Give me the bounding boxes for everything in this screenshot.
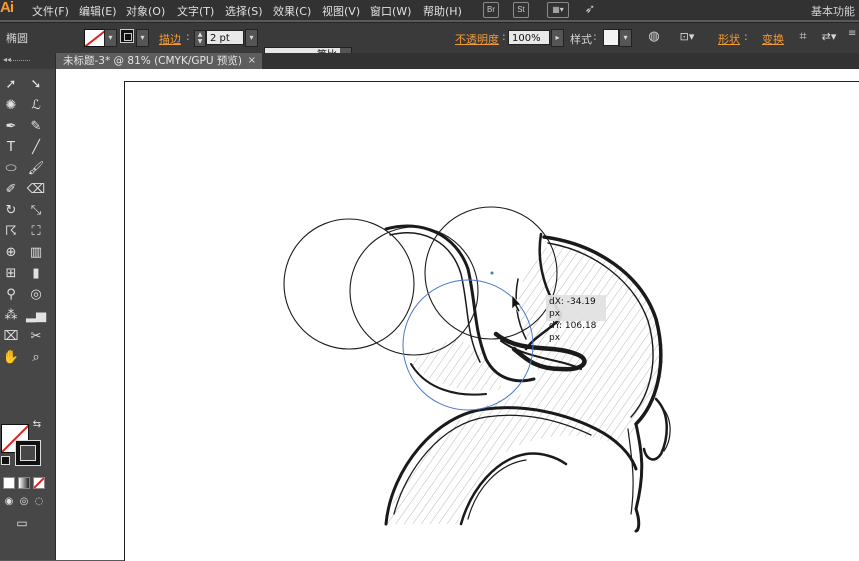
stroke-label[interactable]: 描边 <box>159 31 181 47</box>
draw-behind-icon[interactable]: ◎ <box>17 493 31 511</box>
draw-inside-icon[interactable]: ◌ <box>32 493 46 511</box>
style-label: 样式 <box>570 33 592 46</box>
rocket-icon[interactable]: ➶ <box>583 2 597 16</box>
free-transform-tool-icon[interactable]: ⛶ <box>26 223 46 241</box>
slice-tool-icon[interactable]: ✂ <box>26 328 46 346</box>
none-mode-icon[interactable] <box>33 477 45 489</box>
path-type-label: 椭圆 <box>6 32 28 45</box>
menu-view[interactable]: 视图(V) <box>322 3 360 19</box>
menu-effect[interactable]: 效果(C) <box>273 3 311 19</box>
recolor-artwork-icon[interactable]: ◍ <box>645 28 663 46</box>
close-tab-icon[interactable]: × <box>248 53 256 69</box>
blob-brush-tool-icon[interactable]: ✐ <box>1 181 21 199</box>
warp-tool-icon[interactable]: ☈ <box>1 223 21 241</box>
panel-menu-icon[interactable]: ≡ <box>848 28 858 46</box>
shape-label[interactable]: 形状 <box>718 31 740 47</box>
eyedropper-tool-icon[interactable]: ⚲ <box>1 286 21 304</box>
zoom-tool-icon[interactable]: ⌕ <box>26 349 46 367</box>
stroke-weight-stepper[interactable]: ▲ ▼ <box>194 30 206 47</box>
blend-tool-icon[interactable]: ◎ <box>26 286 46 304</box>
canvas-area[interactable]: dX: -34.19 px dY: 106.18 px <box>56 69 859 561</box>
selection-tool-icon[interactable]: ➚ <box>1 76 21 94</box>
direct-selection-tool-icon[interactable]: ➘ <box>26 76 46 94</box>
stroke-black-swatch[interactable] <box>15 440 41 466</box>
opacity-input[interactable]: 100% <box>508 30 550 45</box>
eraser-tool-icon[interactable]: ⌫ <box>26 181 46 199</box>
perspective-grid-tool-icon[interactable]: ▥ <box>26 244 46 262</box>
menu-object[interactable]: 对象(O) <box>126 3 165 19</box>
fill-color-swatch[interactable] <box>84 29 106 47</box>
paintbrush-tool-icon[interactable]: 🖌 <box>26 160 46 178</box>
screen-mode-icon[interactable]: ▭ <box>11 514 33 532</box>
construction-circles[interactable] <box>283 206 558 356</box>
align-icon[interactable]: ⊡▾ <box>678 28 696 46</box>
menu-type[interactable]: 文字(T) <box>177 3 214 19</box>
swap-colors-icon[interactable]: ⇆ <box>30 419 44 431</box>
stroke-color-swatch[interactable] <box>120 29 134 43</box>
arrange-documents-icon[interactable]: ▦▾ <box>547 2 569 18</box>
opacity-label[interactable]: 不透明度 <box>455 31 499 47</box>
bridge-icon[interactable]: Br <box>483 2 499 18</box>
document-tab[interactable]: 未标题-3* @ 81% (CMYK/GPU 预览) × <box>56 53 262 69</box>
mesh-tool-icon[interactable]: ⊞ <box>1 265 21 283</box>
gradient-mode-icon[interactable] <box>18 477 30 489</box>
tools-panel: ◂◂ ➚ ➘ ✺ ℒ ✒ ✎ T ╱ ⬭ 🖌 ✐ ⌫ ↻ ⤡ ☈ ⛶ ⊕ ▥ ⊞… <box>0 53 56 560</box>
tooltip-dy: dY: 106.18 px <box>549 321 597 343</box>
shape-builder-tool-icon[interactable]: ⊕ <box>1 244 21 262</box>
sketch-shading <box>386 244 664 524</box>
color-mode-icon[interactable] <box>3 477 15 489</box>
menu-help[interactable]: 帮助(H) <box>423 3 462 19</box>
control-bar: 椭圆 ▾ ▾ 描边 : ▲▼ 2 pt ▾ 等比▾ 基本▾ 不透明度 : 100… <box>0 22 859 79</box>
isolate-icon[interactable]: ⌗ <box>794 28 812 46</box>
scale-tool-icon[interactable]: ⤡ <box>26 202 46 220</box>
hand-tool-icon[interactable]: ✋ <box>1 349 21 367</box>
workspace-switcher[interactable]: 基本功能 <box>811 3 855 19</box>
grip-icon <box>10 60 30 63</box>
symbol-sprayer-tool-icon[interactable]: ⁂ <box>1 307 21 325</box>
fill-dropdown-arrow[interactable]: ▾ <box>104 29 117 47</box>
magic-wand-tool-icon[interactable]: ✺ <box>1 97 21 115</box>
app-logo: Ai <box>0 0 14 16</box>
stroke-weight-input[interactable]: 2 pt <box>206 30 244 45</box>
gradient-tool-icon[interactable]: ▮ <box>26 265 46 283</box>
drag-offset-tooltip: dX: -34.19 px dY: 106.18 px <box>546 295 606 343</box>
construction-circle-1[interactable] <box>283 218 415 350</box>
opacity-dropdown[interactable]: ▸ <box>551 29 564 47</box>
menu-window[interactable]: 窗口(W) <box>370 3 411 19</box>
type-tool-icon[interactable]: T <box>1 139 21 157</box>
curvature-tool-icon[interactable]: ✎ <box>26 118 46 136</box>
line-segment-tool-icon[interactable]: ╱ <box>26 139 46 157</box>
menu-bar: Ai 文件(F) 编辑(E) 对象(O) 文字(T) 选择(S) 效果(C) 视… <box>0 0 859 20</box>
ellipse-tool-icon[interactable]: ⬭ <box>1 160 21 178</box>
pen-tool-icon[interactable]: ✒ <box>1 118 21 136</box>
center-point-marker <box>490 271 494 275</box>
lasso-tool-icon[interactable]: ℒ <box>26 97 46 115</box>
transform-label[interactable]: 变换 <box>762 31 784 47</box>
quick-actions-icon[interactable]: ⇄▾ <box>820 28 838 46</box>
artboard-tool-icon[interactable]: ⌧ <box>1 328 21 346</box>
stock-icon[interactable]: St <box>513 2 529 18</box>
document-tab-title: 未标题-3* @ 81% (CMYK/GPU 预览) <box>63 55 242 67</box>
graphic-style-dropdown[interactable]: ▾ <box>619 29 632 47</box>
draw-normal-icon[interactable]: ◉ <box>2 493 16 511</box>
sketch-artwork[interactable] <box>56 69 859 560</box>
stroke-dropdown-arrow[interactable]: ▾ <box>136 29 149 47</box>
menu-edit[interactable]: 编辑(E) <box>79 3 117 19</box>
default-colors-icon[interactable] <box>1 456 10 465</box>
tooltip-dx: dX: -34.19 px <box>549 297 596 319</box>
column-graph-tool-icon[interactable]: ▂▅ <box>26 307 46 325</box>
stroke-weight-dropdown[interactable]: ▾ <box>245 29 258 47</box>
tools-panel-header[interactable]: ◂◂ <box>0 53 55 69</box>
graphic-style-swatch[interactable] <box>603 29 619 46</box>
rotate-tool-icon[interactable]: ↻ <box>1 202 21 220</box>
menu-file[interactable]: 文件(F) <box>32 3 69 19</box>
document-tab-bar: 未标题-3* @ 81% (CMYK/GPU 预览) × <box>56 53 859 69</box>
menu-select[interactable]: 选择(S) <box>225 3 263 19</box>
